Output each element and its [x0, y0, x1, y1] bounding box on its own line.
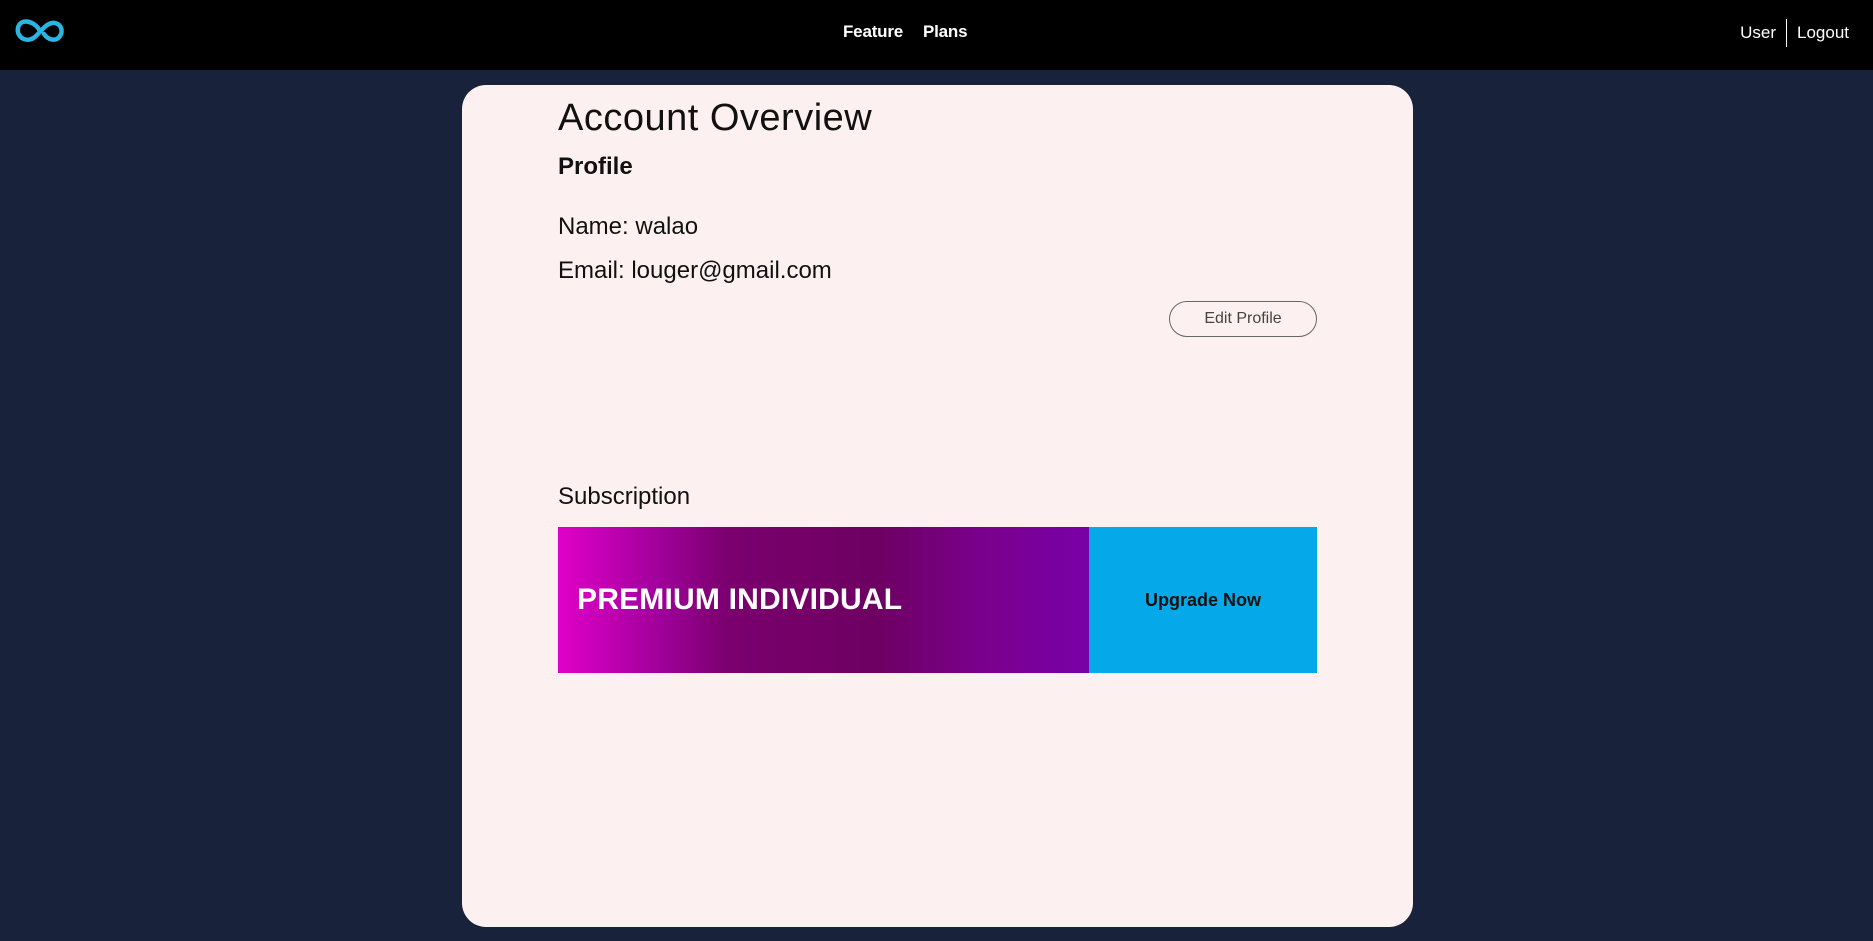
upgrade-now-button[interactable]: Upgrade Now: [1089, 527, 1317, 673]
page-title: Account Overview: [558, 97, 873, 139]
profile-heading: Profile: [558, 153, 633, 180]
edit-profile-button[interactable]: Edit Profile: [1169, 301, 1317, 337]
top-navbar: Feature Plans User Logout: [0, 0, 1873, 70]
profile-email: Email: louger@gmail.com: [558, 257, 832, 284]
infinity-logo-icon[interactable]: [14, 14, 66, 48]
profile-name: Name: walao: [558, 213, 699, 240]
plan-name: PREMIUM INDIVIDUAL: [577, 583, 903, 616]
user-link[interactable]: User: [1740, 23, 1786, 43]
plan-banner: PREMIUM INDIVIDUAL: [558, 527, 1089, 673]
nav-link-feature[interactable]: Feature: [843, 22, 903, 42]
nav-link-plans[interactable]: Plans: [923, 22, 968, 42]
user-nav: User Logout: [1740, 19, 1849, 47]
account-card: Account Overview Profile Name: walao Ema…: [462, 85, 1413, 927]
logout-link[interactable]: Logout: [1787, 23, 1849, 43]
main-nav: Feature Plans: [843, 22, 968, 42]
subscription-heading: Subscription: [558, 483, 691, 510]
